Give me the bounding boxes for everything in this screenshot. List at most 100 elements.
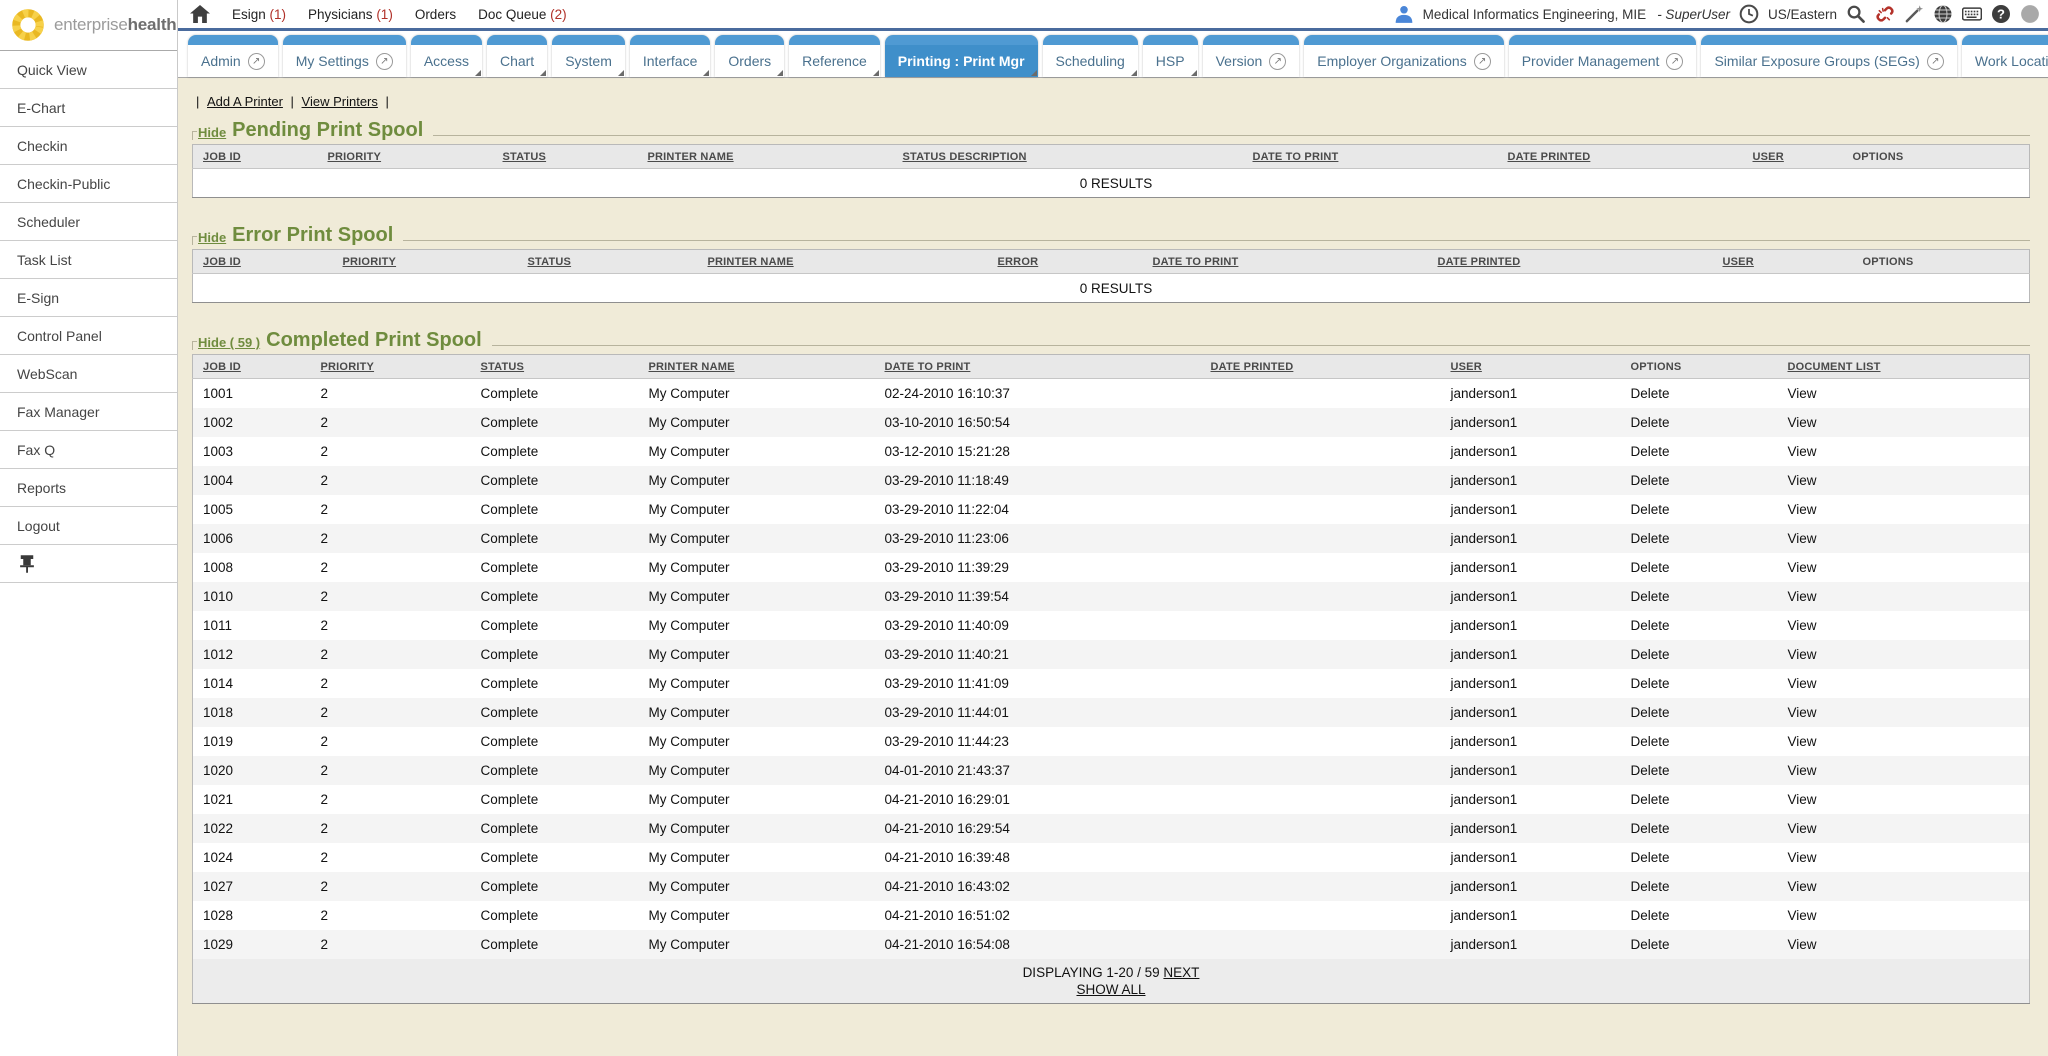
external-link-icon[interactable]: ↗ (1927, 53, 1944, 70)
tab-interface[interactable]: Interface (630, 35, 710, 77)
tab-orders[interactable]: Orders (715, 35, 784, 77)
external-link-icon[interactable]: ↗ (1666, 53, 1683, 70)
tab-system[interactable]: System (552, 35, 625, 77)
external-link-icon[interactable]: ↗ (376, 53, 393, 70)
delete-link[interactable]: Delete (1621, 495, 1778, 524)
sidebar-item-e-sign[interactable]: E-Sign (0, 279, 177, 317)
view-link[interactable]: View (1778, 872, 2030, 901)
tab-employer-organizations[interactable]: Employer Organizations↗ (1304, 35, 1503, 77)
delete-link[interactable]: Delete (1621, 524, 1778, 553)
column-header-status[interactable]: STATUS (518, 250, 698, 274)
view-link[interactable]: View (1778, 814, 2030, 843)
view-link[interactable]: View (1778, 437, 2030, 466)
top-nav-esign[interactable]: Esign (1) (232, 7, 286, 22)
next-link[interactable]: NEXT (1163, 965, 1199, 980)
view-link[interactable]: View (1778, 524, 2030, 553)
sidebar-item-task-list[interactable]: Task List (0, 241, 177, 279)
delete-link[interactable]: Delete (1621, 669, 1778, 698)
keyboard-icon[interactable] (1962, 4, 1982, 24)
column-header-date-to-print[interactable]: DATE TO PRINT (1143, 250, 1428, 274)
column-header-job-id[interactable]: JOB ID (193, 145, 318, 169)
delete-link[interactable]: Delete (1621, 698, 1778, 727)
search-icon[interactable] (1846, 4, 1866, 24)
column-header-user[interactable]: USER (1441, 355, 1621, 379)
sidebar-item-checkin[interactable]: Checkin (0, 127, 177, 165)
view-link[interactable]: View (1778, 843, 2030, 872)
sidebar-item-quick-view[interactable]: Quick View (0, 51, 177, 89)
top-nav-doc-queue[interactable]: Doc Queue (2) (478, 7, 567, 22)
home-icon[interactable] (190, 4, 210, 24)
column-header-printer-name[interactable]: PRINTER NAME (638, 145, 893, 169)
wand-icon[interactable] (1904, 4, 1924, 24)
column-header-status[interactable]: STATUS (493, 145, 638, 169)
tab-access[interactable]: Access (411, 35, 482, 77)
sidebar-item-control-panel[interactable]: Control Panel (0, 317, 177, 355)
external-link-icon[interactable]: ↗ (1474, 53, 1491, 70)
view-link[interactable]: View (1778, 553, 2030, 582)
delete-link[interactable]: Delete (1621, 553, 1778, 582)
pin-icon[interactable] (17, 554, 37, 574)
sidebar-pin-row[interactable] (0, 545, 177, 583)
delete-link[interactable]: Delete (1621, 930, 1778, 959)
tab-my-settings[interactable]: My Settings↗ (283, 35, 406, 77)
sidebar-item-fax-q[interactable]: Fax Q (0, 431, 177, 469)
delete-link[interactable]: Delete (1621, 872, 1778, 901)
clock-icon[interactable] (1739, 4, 1759, 24)
column-header-date-printed[interactable]: DATE PRINTED (1201, 355, 1441, 379)
view-link[interactable]: View (1778, 785, 2030, 814)
view-link[interactable]: View (1778, 698, 2030, 727)
column-header-date-to-print[interactable]: DATE TO PRINT (875, 355, 1201, 379)
view-link[interactable]: View (1778, 756, 2030, 785)
view-link[interactable]: View (1778, 669, 2030, 698)
delete-link[interactable]: Delete (1621, 901, 1778, 930)
view-printers-link[interactable]: View Printers (302, 94, 378, 109)
column-header-priority[interactable]: PRIORITY (318, 145, 493, 169)
sidebar-item-webscan[interactable]: WebScan (0, 355, 177, 393)
unlink-icon[interactable] (1875, 4, 1895, 24)
sidebar-item-logout[interactable]: Logout (0, 507, 177, 545)
column-header-date-to-print[interactable]: DATE TO PRINT (1243, 145, 1498, 169)
tab-admin[interactable]: Admin↗ (188, 35, 278, 77)
add-printer-link[interactable]: Add A Printer (207, 94, 283, 109)
tab-similar-exposure-groups-segs[interactable]: Similar Exposure Groups (SEGs)↗ (1701, 35, 1956, 77)
column-header-priority[interactable]: PRIORITY (333, 250, 518, 274)
column-header-status[interactable]: STATUS (471, 355, 639, 379)
delete-link[interactable]: Delete (1621, 843, 1778, 872)
show-all-link[interactable]: SHOW ALL (1076, 982, 1145, 997)
pending-hide-link[interactable]: Hide (198, 125, 226, 140)
sidebar-item-e-chart[interactable]: E-Chart (0, 89, 177, 127)
error-hide-link[interactable]: Hide (198, 230, 226, 245)
column-header-printer-name[interactable]: PRINTER NAME (639, 355, 875, 379)
delete-link[interactable]: Delete (1621, 640, 1778, 669)
tab-scheduling[interactable]: Scheduling (1043, 35, 1138, 77)
delete-link[interactable]: Delete (1621, 466, 1778, 495)
view-link[interactable]: View (1778, 640, 2030, 669)
tab-provider-management[interactable]: Provider Management↗ (1509, 35, 1697, 77)
tab-printing-print-mgr[interactable]: Printing : Print Mgr (885, 35, 1038, 77)
delete-link[interactable]: Delete (1621, 379, 1778, 408)
delete-link[interactable]: Delete (1621, 582, 1778, 611)
top-nav-orders[interactable]: Orders (415, 7, 456, 22)
view-link[interactable]: View (1778, 727, 2030, 756)
delete-link[interactable]: Delete (1621, 437, 1778, 466)
column-header-priority[interactable]: PRIORITY (311, 355, 471, 379)
column-header-job-id[interactable]: JOB ID (193, 355, 311, 379)
column-header-status-description[interactable]: STATUS DESCRIPTION (893, 145, 1243, 169)
delete-link[interactable]: Delete (1621, 814, 1778, 843)
sidebar-item-checkin-public[interactable]: Checkin-Public (0, 165, 177, 203)
organization-name[interactable]: Medical Informatics Engineering, MIE (1423, 7, 1647, 22)
view-link[interactable]: View (1778, 611, 2030, 640)
view-link[interactable]: View (1778, 408, 2030, 437)
sidebar-item-scheduler[interactable]: Scheduler (0, 203, 177, 241)
view-link[interactable]: View (1778, 379, 2030, 408)
column-header-job-id[interactable]: JOB ID (193, 250, 333, 274)
tab-chart[interactable]: Chart (487, 35, 547, 77)
sidebar-item-reports[interactable]: Reports (0, 469, 177, 507)
delete-link[interactable]: Delete (1621, 611, 1778, 640)
timezone-label[interactable]: US/Eastern (1768, 7, 1837, 22)
column-header-user[interactable]: USER (1743, 145, 1843, 169)
column-header-document-list[interactable]: DOCUMENT LIST (1778, 355, 2030, 379)
help-icon[interactable]: ? (1991, 4, 2011, 24)
external-link-icon[interactable]: ↗ (1269, 53, 1286, 70)
delete-link[interactable]: Delete (1621, 408, 1778, 437)
